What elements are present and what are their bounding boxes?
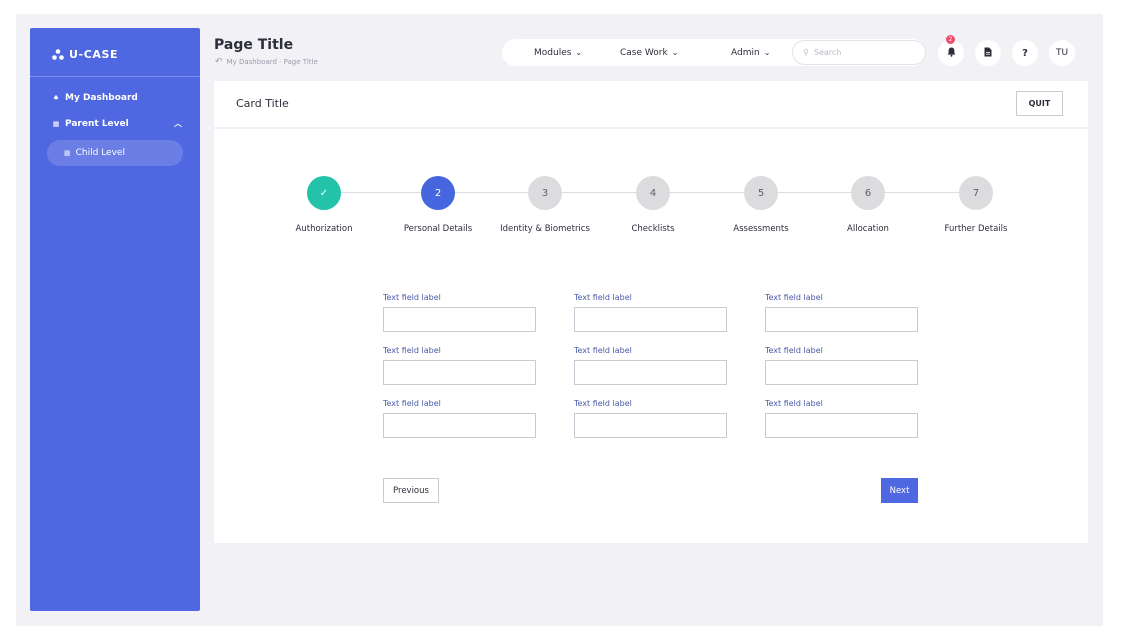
step-connector	[885, 192, 959, 193]
step-label: Allocation	[847, 224, 889, 234]
step-3-identity-biometrics[interactable]: 3	[528, 176, 562, 210]
step-label: Personal Details	[403, 224, 473, 234]
documents-button[interactable]	[975, 40, 1001, 66]
app-logo[interactable]: U-CASE	[52, 46, 118, 62]
text-field[interactable]	[383, 413, 536, 438]
user-avatar[interactable]: TU	[1049, 40, 1075, 66]
step-connector	[562, 192, 636, 193]
home-icon: ♠	[52, 94, 60, 102]
breadcrumb-text[interactable]: My Dashboard · Page Title	[227, 58, 318, 66]
chevron-up-icon[interactable]: ︿	[174, 118, 182, 129]
step-6-allocation[interactable]: 6	[851, 176, 885, 210]
chevron-down-icon: ⌄	[671, 48, 679, 57]
card-title: Card Title	[236, 97, 289, 110]
step-number: 5	[757, 187, 765, 199]
sidebar-item-parent-level[interactable]: ▦ Parent Level ︿	[52, 118, 182, 129]
step-number: 3	[541, 187, 549, 199]
step-connector	[778, 192, 851, 193]
nav-case-work-dropdown[interactable]: Case Work ⌄	[620, 39, 678, 66]
chevron-down-icon: ⌄	[575, 48, 583, 57]
step-number: 4	[649, 187, 657, 199]
step-1-authorization[interactable]: ✓	[307, 176, 341, 210]
document-icon	[984, 47, 992, 60]
step-label: Checklists	[631, 224, 675, 234]
bell-icon	[947, 47, 956, 60]
text-field-label: Text field label	[574, 399, 632, 408]
step-connector	[455, 192, 528, 193]
sidebar-item-label: My Dashboard	[65, 93, 138, 103]
grid-icon: ▦	[64, 149, 71, 157]
nav-modules-dropdown[interactable]: Modules ⌄	[534, 39, 582, 66]
step-label: Further Details	[944, 224, 1008, 234]
card-header: Card Title QUIT	[214, 81, 1088, 127]
text-field[interactable]	[765, 413, 918, 438]
sidebar: U-CASE ♠ My Dashboard ▦ Parent Level ︿ ▦…	[30, 28, 200, 611]
text-field-label: Text field label	[765, 399, 823, 408]
text-field-label: Text field label	[574, 346, 632, 355]
sidebar-item-label: Parent Level	[65, 118, 129, 129]
checkmark-icon: ✓	[319, 187, 329, 199]
page-title: Page Title	[214, 37, 294, 53]
text-field[interactable]	[574, 360, 727, 385]
step-7-further-details[interactable]: 7	[959, 176, 993, 210]
text-field-label: Text field label	[574, 293, 632, 302]
text-field[interactable]	[765, 307, 918, 332]
top-nav: Modules ⌄ Case Work ⌄ Admin ⌄ ⚲	[502, 39, 926, 66]
text-field[interactable]	[383, 360, 536, 385]
step-label: Identity & Biometrics	[500, 224, 590, 234]
step-connector	[670, 192, 744, 193]
chevron-down-icon: ⌄	[763, 48, 771, 57]
previous-button[interactable]: Previous	[383, 478, 439, 503]
text-field-label: Text field label	[765, 346, 823, 355]
sidebar-divider	[30, 76, 200, 77]
quit-button[interactable]: QUIT	[1016, 91, 1063, 116]
user-initials: TU	[1055, 48, 1069, 58]
nav-admin-dropdown[interactable]: Admin ⌄	[731, 39, 770, 66]
text-field[interactable]	[383, 307, 536, 332]
help-icon: ?	[1022, 47, 1028, 59]
nav-case-work-label: Case Work	[620, 47, 668, 58]
text-field[interactable]	[765, 360, 918, 385]
breadcrumb: ↶ My Dashboard · Page Title	[215, 57, 318, 67]
text-field-label: Text field label	[383, 346, 441, 355]
search-input[interactable]	[813, 48, 909, 57]
step-label: Authorization	[295, 224, 353, 234]
search-icon: ⚲	[803, 48, 809, 57]
help-button[interactable]: ?	[1012, 40, 1038, 66]
text-field-label: Text field label	[383, 399, 441, 408]
text-field[interactable]	[574, 307, 727, 332]
next-button[interactable]: Next	[881, 478, 918, 503]
search-box[interactable]: ⚲	[792, 40, 926, 65]
sidebar-item-my-dashboard[interactable]: ♠ My Dashboard	[52, 93, 138, 103]
back-arrow-icon[interactable]: ↶	[215, 57, 223, 67]
step-4-checklists[interactable]: 4	[636, 176, 670, 210]
step-number: 7	[972, 187, 980, 199]
step-2-personal-details[interactable]: 2	[421, 176, 455, 210]
step-connector	[341, 192, 422, 193]
logo-icon	[52, 48, 64, 60]
logo-text: U-CASE	[69, 47, 119, 61]
text-field-label: Text field label	[765, 293, 823, 302]
step-5-assessments[interactable]: 5	[744, 176, 778, 210]
step-number: 6	[864, 187, 872, 199]
grid-icon: ▦	[52, 119, 60, 128]
step-label: Assessments	[733, 224, 789, 234]
step-number: 2	[434, 187, 442, 199]
nav-admin-label: Admin	[731, 47, 760, 58]
sidebar-item-child-level[interactable]: ▦ Child Level	[47, 140, 183, 166]
sidebar-item-label: Child Level	[75, 148, 125, 158]
nav-modules-label: Modules	[534, 47, 572, 58]
text-field-label: Text field label	[383, 293, 441, 302]
notification-badge: 2	[946, 35, 955, 44]
text-field[interactable]	[574, 413, 727, 438]
